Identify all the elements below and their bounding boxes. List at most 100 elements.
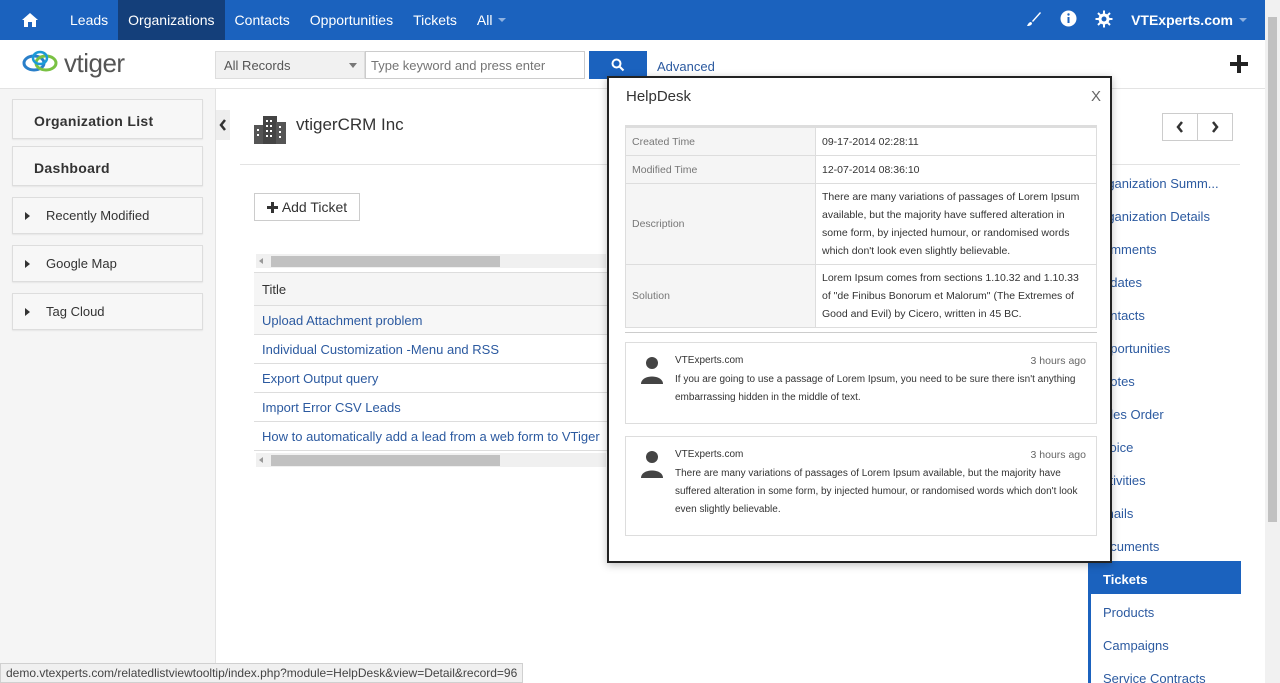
add-ticket-button[interactable]: Add Ticket (254, 193, 360, 221)
close-button[interactable]: X (1091, 88, 1101, 105)
previous-record-button[interactable] (1162, 113, 1198, 141)
organization-list-button[interactable]: Organization List (12, 99, 203, 139)
caret-right-icon (25, 259, 30, 268)
related-item-activities[interactable]: ctivities (1091, 462, 1241, 495)
divider (625, 332, 1097, 333)
ticket-title-link[interactable]: Import Error CSV Leads (254, 392, 609, 422)
search-icon (611, 58, 625, 72)
ticket-title-link[interactable]: Upload Attachment problem (254, 305, 609, 335)
related-item-quotes[interactable]: uotes (1091, 363, 1241, 396)
advanced-search-link[interactable]: Advanced (657, 59, 715, 74)
search-button[interactable] (589, 51, 647, 79)
nav-opportunities[interactable]: Opportunities (300, 0, 403, 40)
field-label: Description (625, 183, 816, 265)
building-icon (252, 113, 288, 148)
field-label: Solution (625, 264, 816, 328)
nav-leads[interactable]: Leads (60, 0, 118, 40)
quick-create-plus-icon[interactable] (1228, 53, 1250, 78)
search-input[interactable] (365, 51, 585, 79)
records-filter-select[interactable]: All Records (215, 51, 365, 79)
table-row[interactable]: Import Error CSV Leads (254, 392, 609, 422)
detail-row: Solution Lorem Ipsum comes from sections … (625, 264, 1097, 328)
home-icon[interactable] (0, 0, 60, 40)
chevron-left-icon (219, 119, 226, 131)
related-item-contacts[interactable]: ontacts (1091, 297, 1241, 330)
chevron-down-icon (498, 18, 507, 22)
dashboard-button[interactable]: Dashboard (12, 146, 203, 186)
caret-right-icon (25, 211, 30, 220)
ticket-title-link[interactable]: How to automatically add a lead from a w… (254, 421, 609, 451)
widget-recently-modified[interactable]: Recently Modified (12, 197, 203, 234)
user-name: VTExperts.com (1131, 12, 1233, 28)
column-header-title[interactable]: Title (254, 272, 609, 306)
detail-row: Modified Time 12-07-2014 08:36:10 (625, 155, 1097, 184)
field-value: 09-17-2014 02:28:11 (815, 127, 1097, 156)
nav-all-menu[interactable]: All (467, 0, 517, 40)
related-item-organization-details[interactable]: rganization Details (1091, 198, 1241, 231)
widget-tag-cloud[interactable]: Tag Cloud (12, 293, 203, 330)
table-row[interactable]: How to automatically add a lead from a w… (254, 421, 609, 451)
comment-item: VTExperts.com 3 hours ago If you are goi… (625, 342, 1097, 424)
related-item-products[interactable]: Products (1091, 594, 1241, 627)
related-item-service-contracts[interactable]: Service Contracts (1091, 660, 1241, 683)
nav-contacts[interactable]: Contacts (225, 0, 300, 40)
scrollbar-thumb[interactable] (271, 455, 500, 466)
related-item-opportunities[interactable]: pportunities (1091, 330, 1241, 363)
comment-time: 3 hours ago (1030, 355, 1086, 367)
comment-text: If you are going to use a passage of Lor… (675, 374, 1076, 403)
logo-text: vtiger (64, 47, 125, 78)
related-item-invoice[interactable]: voice (1091, 429, 1241, 462)
related-item-tickets[interactable]: Tickets (1091, 561, 1241, 594)
scrollbar-thumb[interactable] (1268, 17, 1277, 522)
chevron-left-icon (1176, 121, 1183, 133)
popup-title: HelpDesk (626, 88, 692, 105)
caret-down-icon (349, 63, 357, 68)
tickets-table: Title Upload Attachment problem Individu… (254, 272, 609, 451)
table-header-row: Title (254, 272, 609, 306)
chevron-right-icon (1212, 121, 1219, 133)
table-row[interactable]: Export Output query (254, 363, 609, 393)
nav-tickets[interactable]: Tickets (403, 0, 467, 40)
table-horizontal-scrollbar-bottom[interactable] (256, 453, 606, 467)
add-ticket-label: Add Ticket (281, 199, 348, 215)
helpdesk-tooltip-popup: HelpDesk X Created Time 09-17-2014 02:28:… (607, 76, 1112, 563)
widget-label: Tag Cloud (46, 304, 105, 319)
ticket-title-link[interactable]: Export Output query (254, 363, 609, 393)
related-item-documents[interactable]: ocuments (1091, 528, 1241, 561)
detail-row: Description There are many variations of … (625, 183, 1097, 265)
table-row[interactable]: Upload Attachment problem (254, 305, 609, 335)
nav-organizations[interactable]: Organizations (118, 0, 225, 40)
widget-label: Google Map (46, 256, 117, 271)
field-value: There are many variations of passages of… (815, 183, 1097, 265)
records-filter-value: All Records (224, 58, 291, 73)
related-item-updates[interactable]: pdates (1091, 264, 1241, 297)
field-value: 12-07-2014 08:36:10 (815, 155, 1097, 184)
page-vertical-scrollbar[interactable] (1265, 0, 1280, 683)
vtiger-logo[interactable]: vtiger (22, 47, 125, 79)
info-icon[interactable] (1060, 10, 1077, 30)
related-item-emails[interactable]: mails (1091, 495, 1241, 528)
table-row[interactable]: Individual Customization -Menu and RSS (254, 334, 609, 364)
logo-icon (22, 50, 58, 72)
next-record-button[interactable] (1197, 113, 1233, 141)
related-item-sales-order[interactable]: ales Order (1091, 396, 1241, 429)
brush-icon[interactable] (1026, 11, 1042, 30)
comment-author: VTExperts.com (675, 355, 744, 366)
widget-label: Recently Modified (46, 208, 150, 223)
widget-google-map[interactable]: Google Map (12, 245, 203, 282)
related-item-organization-summary[interactable]: rganization Summ... (1091, 165, 1241, 198)
user-menu[interactable]: VTExperts.com (1131, 12, 1247, 28)
related-item-campaigns[interactable]: Campaigns (1091, 627, 1241, 660)
sidebar-collapse-button[interactable] (216, 110, 230, 140)
ticket-title-link[interactable]: Individual Customization -Menu and RSS (254, 334, 609, 364)
caret-right-icon (25, 307, 30, 316)
user-avatar-icon (640, 355, 664, 388)
table-horizontal-scrollbar[interactable] (256, 254, 606, 268)
nav-all-label: All (476, 12, 493, 28)
plus-icon (266, 201, 278, 213)
related-item-comments[interactable]: omments (1091, 231, 1241, 264)
scrollbar-thumb[interactable] (271, 256, 500, 267)
comment-author: VTExperts.com (675, 449, 744, 460)
gear-icon[interactable] (1095, 10, 1113, 31)
top-navbar: Leads Organizations Contacts Opportuniti… (0, 0, 1265, 40)
